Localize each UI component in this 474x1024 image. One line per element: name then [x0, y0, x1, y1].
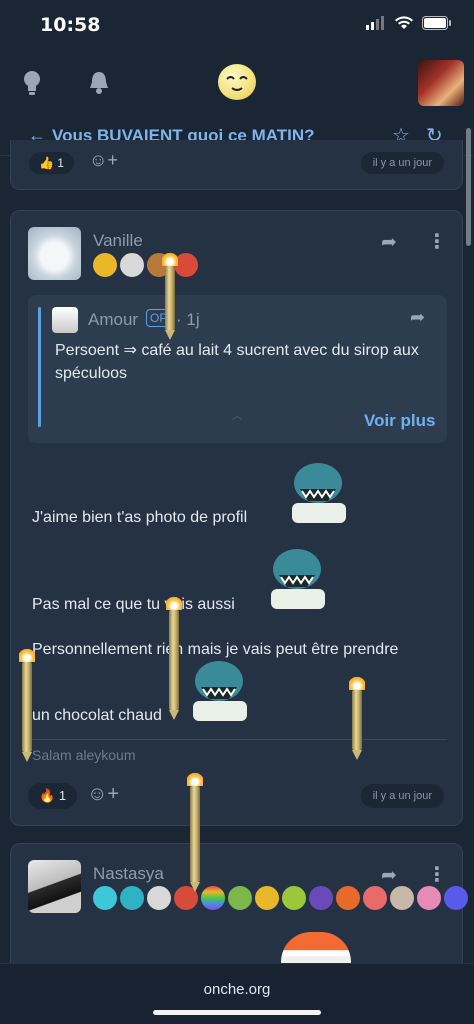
status-icons: [366, 16, 452, 30]
chevron-up-icon[interactable]: ︿: [232, 407, 242, 422]
avatar-badge-icon: [255, 886, 279, 910]
reaction-count: 1: [57, 156, 64, 170]
quote-share-icon[interactable]: ➦: [410, 307, 425, 328]
rocket-icon: [166, 596, 182, 720]
thumbs-up-icon: 👍: [39, 156, 54, 170]
author-badges: [93, 886, 468, 910]
post-line: Personnellement rien mais je vais peut ê…: [32, 641, 399, 658]
lightbulb-icon[interactable]: [22, 70, 42, 96]
author-avatar[interactable]: [28, 860, 81, 913]
rainbow-badge-icon: [201, 886, 225, 910]
gold-star-badge-icon: [93, 253, 117, 277]
post-time: il y a un jour: [360, 152, 444, 174]
more-options-icon[interactable]: ⋮: [427, 229, 447, 254]
more-options-icon[interactable]: ⋮: [427, 862, 447, 887]
rocket-icon: [19, 648, 35, 762]
avatar-badge-icon: [363, 886, 387, 910]
post-card: Vanille ➦ ⋮ Amour OP · 1j ➦ Persoent ⇒ c…: [10, 210, 463, 826]
add-reaction-icon[interactable]: ☺+: [87, 783, 119, 806]
onche-logo[interactable]: [218, 64, 256, 100]
add-reaction-icon[interactable]: ☺+: [89, 150, 118, 171]
url-label[interactable]: onche.org: [0, 981, 474, 998]
quote-author-name[interactable]: Amour: [88, 310, 138, 330]
status-time: 10:58: [40, 14, 101, 36]
signal-icon: [366, 16, 384, 30]
avatar-badge-icon: [309, 886, 333, 910]
quote-bar: [38, 307, 41, 427]
rocket-icon: [162, 252, 178, 340]
fire-icon: 🔥: [39, 788, 56, 803]
fish-sticker-icon: [271, 549, 325, 609]
avatar-badge-icon: [417, 886, 441, 910]
author-avatar[interactable]: [28, 227, 81, 280]
browser-bottom-bar: onche.org: [0, 963, 474, 1024]
bell-icon[interactable]: [88, 70, 110, 96]
app-bar: [0, 50, 474, 114]
avatar-badge-icon: [390, 886, 414, 910]
reaction-chip[interactable]: 👍 1: [29, 152, 74, 174]
post-time: il y a un jour: [360, 784, 444, 808]
fish-sticker-icon: [292, 463, 346, 523]
post-line: J'aime bien t'as photo de profil: [32, 509, 248, 526]
see-more-link[interactable]: Voir plus: [364, 411, 435, 431]
post-line: Pas mal ce que tu vois aussi: [32, 596, 235, 613]
post-card: Nastasya ➦ ⋮: [10, 843, 468, 983]
author-name[interactable]: Nastasya: [93, 864, 164, 884]
smiley-face-icon: [226, 76, 248, 91]
quoted-post: Amour OP · 1j ➦ Persoent ⇒ café au lait …: [28, 295, 447, 443]
star-badge-icon: [93, 886, 117, 910]
avatar-badge-icon: [147, 886, 171, 910]
author-name[interactable]: Vanille: [93, 231, 143, 251]
status-bar: 10:58: [0, 0, 474, 50]
rocket-icon: [187, 772, 203, 892]
share-icon[interactable]: ➦: [381, 231, 397, 254]
avatar-badge-icon: [228, 886, 252, 910]
home-indicator[interactable]: [153, 1010, 321, 1015]
author-badges: [93, 253, 198, 277]
reaction-count: 1: [58, 788, 67, 803]
rocket-icon: [349, 676, 365, 760]
avatar-badge-icon: [444, 886, 468, 910]
share-icon[interactable]: ➦: [381, 864, 397, 887]
previous-post-footer: 👍 1 ☺+ il y a un jour: [10, 140, 463, 190]
pumpkin-badge-icon: [336, 886, 360, 910]
quote-time: · 1j: [176, 310, 200, 329]
reaction-chip[interactable]: 🔥 1: [28, 783, 78, 809]
dollar-badge-icon: [120, 886, 144, 910]
user-avatar[interactable]: [418, 60, 464, 106]
avatar-badge-icon: [282, 886, 306, 910]
scrollbar[interactable]: [466, 128, 471, 246]
battery-icon: [422, 16, 451, 30]
quote-author-avatar[interactable]: [52, 307, 78, 333]
avatar-badge-icon: [120, 253, 144, 277]
fish-sticker-icon: [193, 661, 247, 721]
wifi-icon: [395, 16, 413, 29]
signature: Salam aleykoum: [32, 747, 136, 763]
quote-text: Persoent ⇒ café au lait 4 sucrent avec d…: [55, 342, 419, 382]
post-line: un chocolat chaud: [32, 707, 162, 724]
signature-divider: [28, 739, 447, 740]
